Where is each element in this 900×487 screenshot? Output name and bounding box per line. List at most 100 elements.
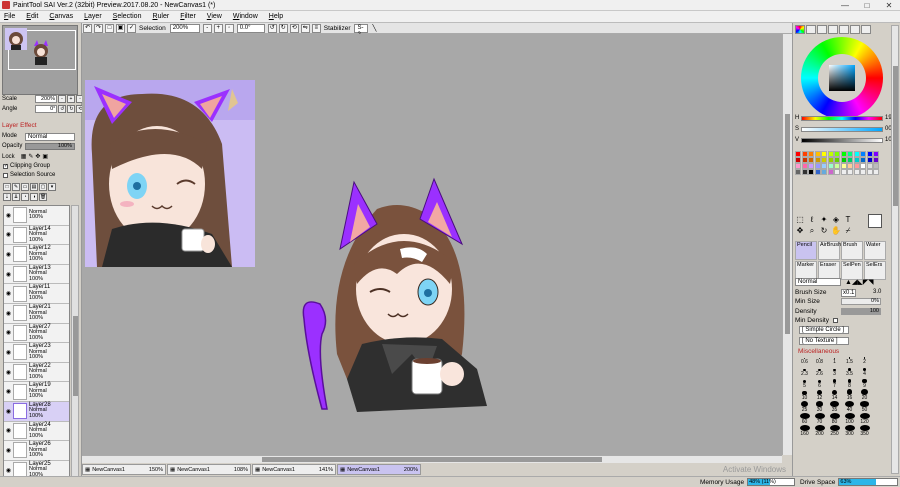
min-density-checkbox[interactable] bbox=[833, 318, 838, 323]
opacity-slider[interactable]: 100% bbox=[25, 143, 75, 150]
layer-item[interactable]: ◉ Layer27 Normal 100% bbox=[4, 323, 69, 344]
brush-texture-select[interactable]: [ No Texture ] bbox=[799, 337, 849, 345]
brush-size-preset[interactable] bbox=[872, 377, 887, 389]
new-mask-button[interactable]: ▤ bbox=[30, 183, 38, 191]
brush-size-preset[interactable]: 2 bbox=[857, 353, 872, 365]
brush-shape-select[interactable]: [ Simple Circle ] bbox=[799, 326, 849, 334]
eye-icon[interactable]: ◉ bbox=[5, 349, 12, 356]
angle-field-nav[interactable]: 0° bbox=[35, 105, 58, 113]
brush-size-preset[interactable]: 3 bbox=[827, 365, 842, 377]
canvas-vertical-scrollbar[interactable] bbox=[782, 34, 792, 455]
palette-mode-button[interactable] bbox=[828, 25, 838, 34]
rect-select-tool[interactable]: ⬚ bbox=[795, 215, 805, 225]
menu-ruler[interactable]: Ruler bbox=[152, 13, 169, 20]
layer-item[interactable]: ◉ Layer24 Normal 100% bbox=[4, 421, 69, 442]
new-linework-button[interactable]: ✎ bbox=[12, 183, 20, 191]
layer-item[interactable]: ◉ Layer12 Normal 100% bbox=[4, 245, 69, 265]
brush-size-preset[interactable]: 10 bbox=[797, 389, 812, 401]
lock-all-icon[interactable]: ▣ bbox=[42, 153, 48, 160]
brush-mode-select[interactable]: Normal bbox=[795, 278, 841, 286]
rotate-tool[interactable]: ↻ bbox=[819, 226, 829, 236]
brush-size-preset[interactable]: 120 bbox=[857, 413, 872, 425]
delete-layer-button[interactable]: 🗑 bbox=[39, 193, 47, 201]
airbrush-brush[interactable]: AirBrush bbox=[818, 241, 841, 260]
menu-filter[interactable]: Filter bbox=[180, 13, 196, 20]
menu-edit[interactable]: Edit bbox=[26, 13, 38, 20]
canvas-tab-active[interactable]: ▦ NewCanvas1 200% bbox=[337, 464, 421, 475]
brush-size-preset[interactable]: 6 bbox=[812, 377, 827, 389]
color-swatch[interactable] bbox=[834, 169, 840, 175]
eye-icon[interactable]: ◉ bbox=[5, 290, 12, 297]
eye-icon[interactable]: ◉ bbox=[5, 231, 12, 238]
menu-layer[interactable]: Layer bbox=[84, 13, 102, 20]
color-swatch[interactable] bbox=[821, 169, 827, 175]
clipping-group-row[interactable]: ✓ Clipping Group bbox=[3, 163, 50, 169]
current-color-swatch[interactable] bbox=[868, 214, 882, 228]
brush-size-preset[interactable]: 1 bbox=[827, 353, 842, 365]
menu-help[interactable]: Help bbox=[269, 13, 283, 20]
brush-size-preset[interactable] bbox=[872, 353, 887, 365]
color-swatch[interactable] bbox=[860, 169, 866, 175]
brush-size-preset[interactable]: 4 bbox=[857, 365, 872, 377]
brush-size-preset[interactable]: 0.6 bbox=[797, 353, 812, 365]
color-wheel-mode-button[interactable] bbox=[795, 25, 805, 34]
layer-item[interactable]: ◉ Layer13 Normal 100% bbox=[4, 264, 69, 285]
color-swatch[interactable] bbox=[847, 169, 853, 175]
canvas-tab[interactable]: ▦ NewCanvas1 108% bbox=[167, 464, 251, 475]
maximize-button[interactable]: □ bbox=[856, 0, 878, 11]
hue-slider[interactable] bbox=[801, 116, 883, 121]
brush-size-preset[interactable] bbox=[872, 413, 887, 425]
value-slider[interactable] bbox=[801, 138, 883, 143]
brush-size-preset[interactable]: 100 bbox=[842, 413, 857, 425]
menu-view[interactable]: View bbox=[207, 13, 222, 20]
canvas-area[interactable] bbox=[82, 34, 782, 455]
zoom-out-button[interactable]: - bbox=[202, 23, 212, 33]
hand-tool[interactable]: ✋ bbox=[831, 226, 841, 236]
canvas-horizontal-scrollbar[interactable] bbox=[82, 455, 782, 463]
layer-item[interactable]: ◉ Layer19 Normal 100% bbox=[4, 382, 69, 402]
color-swatch[interactable] bbox=[801, 169, 808, 175]
rotate-reset-button[interactable]: ⟲ bbox=[289, 23, 299, 33]
brush-shape-icons[interactable]: ▲◢◣◤◥ bbox=[845, 278, 873, 286]
color-swatches[interactable] bbox=[795, 151, 883, 175]
merge-down-button[interactable]: ⇊ bbox=[12, 193, 20, 201]
redo-button[interactable]: ↷ bbox=[94, 23, 103, 33]
blank-tool[interactable] bbox=[855, 215, 865, 225]
brush-size-preset[interactable]: 2.3 bbox=[797, 365, 812, 377]
min-size-slider[interactable]: 0% bbox=[841, 298, 881, 305]
angle-field[interactable]: 0.0° bbox=[236, 23, 265, 33]
eye-icon[interactable]: ◉ bbox=[5, 447, 12, 454]
zoom-field[interactable]: 200% bbox=[169, 23, 200, 33]
rotate-right-button[interactable]: ↻ bbox=[278, 23, 288, 33]
eye-icon[interactable]: ◉ bbox=[5, 310, 12, 317]
stabilizer-select[interactable]: S-2 bbox=[354, 23, 369, 38]
undo-button[interactable]: ↶ bbox=[83, 23, 92, 33]
brush-size-preset[interactable]: 1.5 bbox=[842, 353, 857, 365]
color-wheel[interactable] bbox=[801, 37, 883, 119]
scale-field[interactable]: 200% bbox=[35, 95, 58, 103]
eye-icon[interactable]: ◉ bbox=[5, 251, 12, 258]
layer-item[interactable]: ◉ Layer14 Normal 100% bbox=[4, 225, 69, 246]
brush-size-preset[interactable]: 2.6 bbox=[812, 365, 827, 377]
menu-canvas[interactable]: Canvas bbox=[49, 13, 73, 20]
clear-layer-button[interactable]: ▢ bbox=[39, 183, 47, 191]
minimize-button[interactable]: — bbox=[834, 0, 856, 11]
lock-paint-icon[interactable]: ✎ bbox=[28, 153, 33, 160]
layer-list-scrollbar[interactable] bbox=[71, 205, 79, 487]
color-swatch[interactable] bbox=[840, 169, 847, 175]
brush-size-preset[interactable]: 50 bbox=[857, 401, 872, 413]
scrollbar-thumb[interactable] bbox=[73, 316, 78, 396]
brush-size-preset[interactable]: 40 bbox=[842, 401, 857, 413]
menu-window[interactable]: Window bbox=[233, 13, 258, 20]
eye-icon[interactable]: ◉ bbox=[5, 369, 12, 376]
brush-size-preset[interactable]: 7 bbox=[827, 377, 842, 389]
water-brush[interactable]: Water bbox=[864, 241, 886, 260]
magic-wand-tool[interactable]: ✦ bbox=[819, 215, 829, 225]
layer-menu-button[interactable]: ▾ bbox=[48, 183, 56, 191]
eye-icon[interactable]: ◉ bbox=[5, 329, 12, 336]
eye-icon[interactable]: ◉ bbox=[5, 388, 12, 395]
color-swatch[interactable] bbox=[866, 169, 873, 175]
color-swatch[interactable] bbox=[808, 169, 814, 175]
flip-button[interactable]: ⇋ bbox=[300, 23, 310, 33]
brush-size-preset[interactable]: 16 bbox=[842, 389, 857, 401]
